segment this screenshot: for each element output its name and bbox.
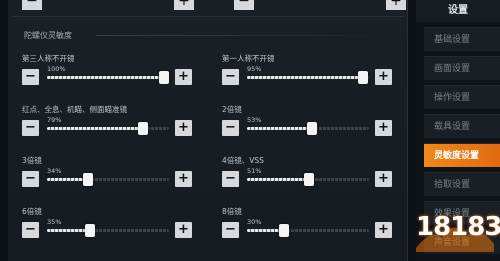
slider-6x-scope: 6倍镜 − 35% + (22, 206, 192, 250)
slider-track[interactable] (47, 224, 169, 237)
top-plus-button[interactable]: + (174, 0, 194, 10)
slider-percent: 79% (47, 116, 62, 124)
watermark-logo: 18183 (412, 208, 500, 254)
slider-percent: 35% (47, 218, 62, 226)
section-title: 陀螺仪灵敏度 (24, 31, 72, 40)
slider-percent: 51% (247, 167, 262, 175)
section-underline (96, 35, 396, 36)
increase-button[interactable]: + (175, 171, 192, 187)
increase-button[interactable]: + (175, 69, 192, 85)
slider-thumb[interactable] (85, 224, 95, 237)
slider-track[interactable] (47, 173, 169, 186)
decrease-button[interactable]: − (22, 171, 39, 187)
slider-label: 第一人称不开镜 (222, 54, 275, 63)
slider-track[interactable] (247, 224, 369, 237)
top-minus-button[interactable]: − (22, 0, 42, 10)
slider-thumb[interactable] (279, 224, 289, 237)
slider-label: 第三人称不开镜 (22, 54, 75, 63)
top-partial-row: − + − + (8, 0, 408, 14)
increase-button[interactable]: + (375, 120, 392, 136)
top-minus-button-right[interactable]: − (234, 0, 254, 10)
slider-label: 6倍镜 (22, 207, 42, 216)
top-plus-button-right[interactable]: + (386, 0, 406, 10)
slider-thumb[interactable] (159, 71, 169, 84)
decrease-button[interactable]: − (22, 222, 39, 238)
slider-thumb[interactable] (138, 122, 148, 135)
sidebar-item-controls[interactable]: 操作设置 (424, 85, 500, 109)
slider-third-person-no-scope: 第三人称不开镜 − 100% + (22, 53, 192, 97)
slider-first-person-no-scope: 第一人称不开镜 − 95% + (222, 53, 392, 97)
slider-label: 8倍镜 (222, 207, 242, 216)
sidebar-item-graphics[interactable]: 画面设置 (424, 56, 500, 80)
slider-3x-scope: 3倍镜 − 34% + (22, 155, 192, 199)
slider-track[interactable] (47, 71, 169, 84)
decrease-button[interactable]: − (222, 120, 239, 136)
increase-button[interactable]: + (375, 171, 392, 187)
sidebar-item-sensitivity[interactable]: 灵敏度设置 (424, 143, 500, 167)
slider-percent: 95% (247, 65, 262, 73)
decrease-button[interactable]: − (222, 222, 239, 238)
slider-percent: 53% (247, 116, 262, 124)
slider-percent: 30% (247, 218, 262, 226)
increase-button[interactable]: + (175, 222, 192, 238)
sidebar-item-basic[interactable]: 基础设置 (424, 27, 500, 51)
slider-4x-vss: 4倍镜、VSS − 51% + (222, 155, 392, 199)
increase-button[interactable]: + (175, 120, 192, 136)
slider-8x-scope: 8倍镜 − 30% + (222, 206, 392, 250)
slider-thumb[interactable] (307, 122, 317, 135)
slider-thumb[interactable] (358, 71, 368, 84)
watermark-brand: 18183 (416, 212, 500, 242)
slider-red-dot-holo-iron: 红点、全息、机瞄、侧面瞄准镜 − 79% + (22, 104, 192, 148)
decrease-button[interactable]: − (22, 120, 39, 136)
slider-2x-scope: 2倍镜 − 53% + (222, 104, 392, 148)
slider-track[interactable] (47, 122, 169, 135)
slider-label: 3倍镜 (22, 156, 42, 165)
sidebar-header: 设置 (416, 0, 500, 22)
slider-label: 4倍镜、VSS (222, 156, 264, 165)
sidebar-item-vehicle[interactable]: 载具设置 (424, 114, 500, 138)
increase-button[interactable]: + (375, 69, 392, 85)
settings-panel: − + − + 陀螺仪灵敏度 第三人称不开镜 − 100% + 第一人称不开镜 … (8, 0, 408, 261)
slider-percent: 34% (47, 167, 62, 175)
slider-thumb[interactable] (304, 173, 314, 186)
slider-track[interactable] (247, 122, 369, 135)
decrease-button[interactable]: − (222, 69, 239, 85)
decrease-button[interactable]: − (222, 171, 239, 187)
decrease-button[interactable]: − (22, 69, 39, 85)
slider-percent: 100% (47, 65, 66, 73)
slider-label: 2倍镜 (222, 105, 242, 114)
increase-button[interactable]: + (375, 222, 392, 238)
divider (12, 16, 404, 17)
slider-track[interactable] (247, 173, 369, 186)
slider-thumb[interactable] (83, 173, 93, 186)
sidebar-item-pickup[interactable]: 拾取设置 (424, 172, 500, 196)
slider-track[interactable] (247, 71, 369, 84)
slider-label: 红点、全息、机瞄、侧面瞄准镜 (22, 105, 127, 114)
